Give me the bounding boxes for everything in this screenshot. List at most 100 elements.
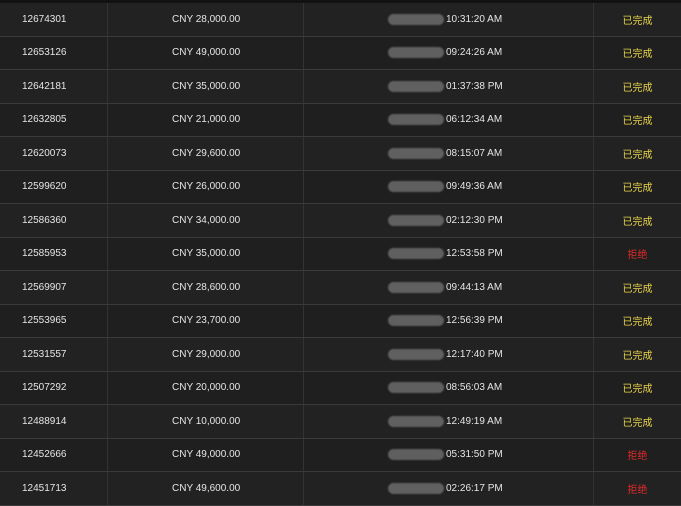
table-row: 12632805 CNY 21,000.00 06:12:34 AM 已完成: [0, 103, 681, 137]
transaction-time: 12:17:40 PM: [304, 338, 594, 371]
redacted-date: [388, 47, 444, 59]
transaction-id: 12674301: [0, 3, 108, 36]
transaction-amount: CNY 26,000.00: [108, 170, 304, 203]
status-badge: 已完成: [622, 384, 653, 396]
transaction-time: 09:24:26 AM: [304, 36, 594, 69]
transaction-amount: CNY 28,600.00: [108, 271, 304, 304]
transaction-id: 12553965: [0, 304, 108, 337]
transaction-time: 01:37:38 PM: [304, 70, 594, 103]
table-row: 12653126 CNY 49,000.00 09:24:26 AM 已完成: [0, 36, 681, 70]
transaction-id: 12653126: [0, 36, 108, 69]
redacted-date: [388, 13, 444, 25]
transaction-id: 12642181: [0, 70, 108, 103]
transaction-amount: CNY 10,000.00: [108, 405, 304, 438]
transaction-time: 09:44:13 AM: [304, 271, 594, 304]
table-row: 12599620 CNY 26,000.00 09:49:36 AM 已完成: [0, 170, 681, 204]
redacted-date: [388, 147, 444, 159]
transaction-time: 05:31:50 PM: [304, 438, 594, 471]
status-badge: 已完成: [622, 15, 653, 27]
transaction-time: 02:12:30 PM: [304, 204, 594, 237]
table-row: 12507292 CNY 20,000.00 08:56:03 AM 已完成: [0, 371, 681, 405]
time-value: 09:49:36 AM: [446, 181, 503, 193]
redacted-date: [388, 315, 444, 327]
time-value: 08:56:03 AM: [446, 382, 503, 394]
redacted-date: [388, 281, 444, 293]
table-row: 12451713 CNY 49,600.00 02:26:17 PM 拒绝: [0, 472, 681, 506]
time-value: 12:17:40 PM: [446, 348, 503, 360]
time-value: 09:24:26 AM: [446, 47, 503, 59]
transaction-amount: CNY 20,000.00: [108, 371, 304, 404]
redacted-date: [388, 382, 444, 394]
redacted-date: [388, 248, 444, 260]
transaction-time: 08:15:07 AM: [304, 137, 594, 170]
status-badge: 已完成: [622, 317, 653, 329]
table-row: 12586360 CNY 34,000.00 02:12:30 PM 已完成: [0, 204, 681, 238]
transaction-id: 12586360: [0, 204, 108, 237]
time-value: 10:31:20 AM: [446, 13, 503, 25]
transaction-time: 06:12:34 AM: [304, 103, 594, 136]
table-row: 12531557 CNY 29,000.00 12:17:40 PM 已完成: [0, 338, 681, 372]
transaction-id: 12488914: [0, 405, 108, 438]
table-row: 12620073 CNY 29,600.00 08:15:07 AM 已完成: [0, 137, 681, 171]
status-badge: 已完成: [622, 82, 653, 94]
status-badge: 已完成: [622, 350, 653, 362]
table-row: 12674301 CNY 28,000.00 10:31:20 AM 已完成: [0, 3, 681, 37]
redacted-date: [388, 348, 444, 360]
redacted-date: [388, 482, 444, 494]
status-badge: 已完成: [622, 49, 653, 61]
status-badge: 已完成: [622, 283, 653, 295]
status-badge: 拒绝: [627, 451, 648, 463]
redacted-date: [388, 114, 444, 126]
transaction-id: 12531557: [0, 338, 108, 371]
transaction-id: 12507292: [0, 371, 108, 404]
status-badge: 已完成: [622, 149, 653, 161]
time-value: 12:49:19 AM: [446, 415, 503, 427]
time-value: 12:56:39 PM: [446, 315, 503, 327]
transaction-id: 12585953: [0, 237, 108, 270]
status-badge: 已完成: [622, 417, 653, 429]
status-badge: 拒绝: [627, 484, 648, 496]
table-row: 12488914 CNY 10,000.00 12:49:19 AM 已完成: [0, 405, 681, 439]
transaction-time: 12:53:58 PM: [304, 237, 594, 270]
redacted-date: [388, 449, 444, 461]
transaction-amount: CNY 29,000.00: [108, 338, 304, 371]
status-badge: 已完成: [622, 116, 653, 128]
transaction-amount: CNY 49,000.00: [108, 36, 304, 69]
transaction-amount: CNY 23,700.00: [108, 304, 304, 337]
time-value: 08:15:07 AM: [446, 147, 503, 159]
time-value: 09:44:13 AM: [446, 281, 503, 293]
transaction-table: 12674301 CNY 28,000.00 10:31:20 AM 已完成 12653…: [0, 0, 681, 506]
transaction-time: 10:31:20 AM: [304, 3, 594, 36]
transaction-id: 12599620: [0, 170, 108, 203]
transaction-amount: CNY 21,000.00: [108, 103, 304, 136]
transaction-time: 02:26:17 PM: [304, 472, 594, 505]
transaction-id: 12632805: [0, 103, 108, 136]
redacted-date: [388, 80, 444, 92]
status-badge: 拒绝: [627, 250, 648, 262]
transaction-id: 12569907: [0, 271, 108, 304]
time-value: 02:12:30 PM: [446, 214, 503, 226]
transaction-time: 12:56:39 PM: [304, 304, 594, 337]
redacted-date: [388, 181, 444, 193]
time-value: 06:12:34 AM: [446, 114, 503, 126]
transaction-time: 12:49:19 AM: [304, 405, 594, 438]
transaction-time: 09:49:36 AM: [304, 170, 594, 203]
time-value: 02:26:17 PM: [446, 482, 503, 494]
transaction-amount: CNY 35,000.00: [108, 70, 304, 103]
table-row: 12569907 CNY 28,600.00 09:44:13 AM 已完成: [0, 271, 681, 305]
time-value: 12:53:58 PM: [446, 248, 503, 260]
table-row: 12452666 CNY 49,000.00 05:31:50 PM 拒绝: [0, 438, 681, 472]
redacted-date: [388, 214, 444, 226]
status-badge: 已完成: [622, 216, 653, 228]
transaction-amount: CNY 28,000.00: [108, 3, 304, 36]
transaction-id: 12452666: [0, 438, 108, 471]
transaction-id: 12620073: [0, 137, 108, 170]
time-value: 01:37:38 PM: [446, 80, 503, 92]
transaction-id: 12451713: [0, 472, 108, 505]
transaction-amount: CNY 49,600.00: [108, 472, 304, 505]
table-row: 12642181 CNY 35,000.00 01:37:38 PM 已完成: [0, 70, 681, 104]
transaction-time: 08:56:03 AM: [304, 371, 594, 404]
transaction-amount: CNY 29,600.00: [108, 137, 304, 170]
status-badge: 已完成: [622, 183, 653, 195]
time-value: 05:31:50 PM: [446, 449, 503, 461]
